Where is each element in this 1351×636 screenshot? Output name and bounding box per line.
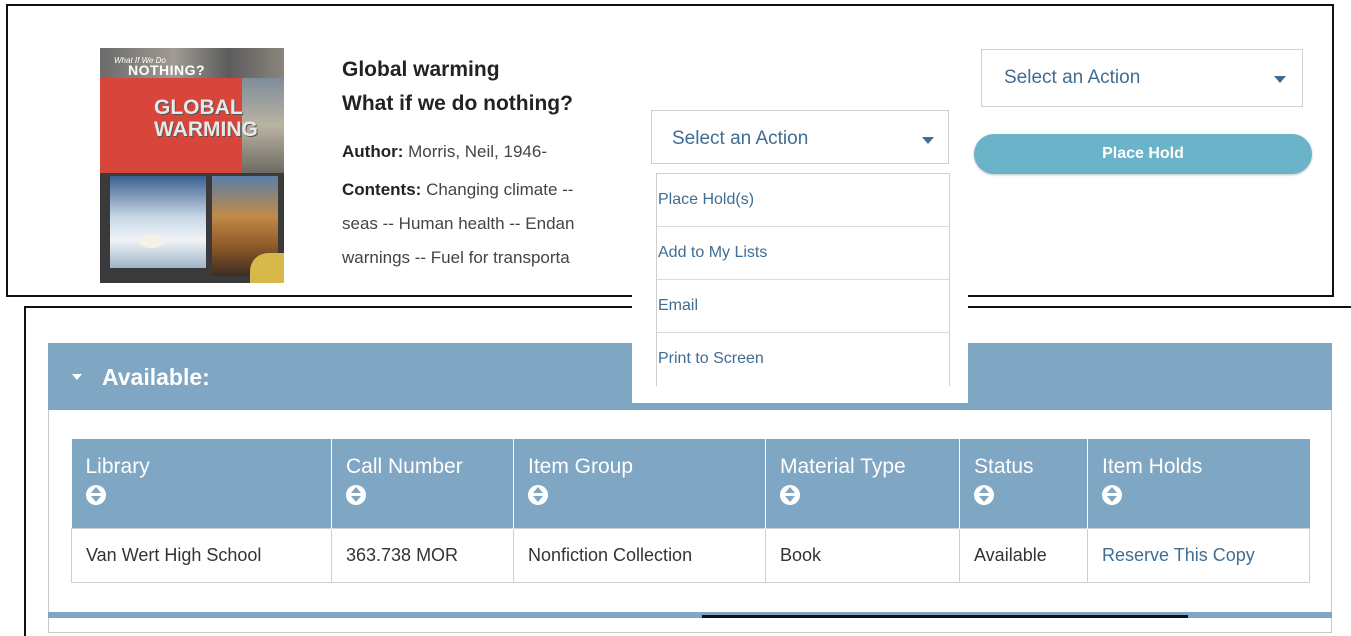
book-cover-image[interactable]: What If We Do NOTHING? GLOBAL WARMING <box>100 48 284 283</box>
availability-title: Available: <box>102 364 210 390</box>
cover-ice-photo <box>110 176 206 268</box>
action-dropdown-menu: Place Hold(s) Add to My Lists Email Prin… <box>656 173 950 386</box>
menu-item-email[interactable]: Email <box>657 280 949 333</box>
column-label: Item Group <box>528 455 634 478</box>
author-label: Author: <box>342 142 404 161</box>
record-title[interactable]: Global warming <box>342 56 500 84</box>
cover-title-line1: GLOBAL <box>154 96 243 119</box>
author-line: Author: Morris, Neil, 1946- <box>342 140 547 164</box>
record-subtitle: What if we do nothing? <box>342 92 573 115</box>
action-select-right[interactable]: Select an Action <box>981 49 1303 107</box>
action-select-open[interactable]: Select an Action <box>651 110 949 164</box>
sort-icon[interactable] <box>528 485 548 505</box>
menu-item-place-holds[interactable]: Place Hold(s) <box>657 174 949 227</box>
column-header-status[interactable]: Status <box>959 439 1088 528</box>
items-table: Library Call Number Item Group Material … <box>71 439 1310 583</box>
sort-icon[interactable] <box>974 485 994 505</box>
column-label: Call Number <box>346 455 463 478</box>
column-label: Item Holds <box>1102 455 1203 478</box>
contents-line-1: Contents: Changing climate -- <box>342 178 642 202</box>
column-label: Status <box>974 455 1034 478</box>
cell-item-group: Nonfiction Collection <box>513 527 766 583</box>
cell-library: Van Wert High School <box>71 527 332 583</box>
cell-status: Available <box>959 527 1088 583</box>
action-select-open-label: Select an Action <box>672 128 809 149</box>
cover-polar-bear <box>138 234 164 248</box>
column-header-item-group[interactable]: Item Group <box>513 439 766 528</box>
table-row: Van Wert High School 363.738 MOR Nonfict… <box>71 527 1310 583</box>
column-label: Library <box>85 455 150 478</box>
sort-icon[interactable] <box>1102 485 1122 505</box>
place-hold-button[interactable]: Place Hold <box>974 134 1312 174</box>
chevron-down-icon <box>922 137 934 144</box>
cell-call-number: 363.738 MOR <box>331 527 514 583</box>
sort-icon[interactable] <box>346 485 366 505</box>
cell-material-type: Book <box>765 527 960 583</box>
contents-line-3: warnings -- Fuel for transporta <box>342 248 570 267</box>
column-header-material-type[interactable]: Material Type <box>765 439 960 528</box>
contents-line-2: seas -- Human health -- Endan <box>342 214 575 233</box>
sort-icon[interactable] <box>780 485 800 505</box>
cover-series-word: NOTHING? <box>128 62 206 78</box>
contents-label: Contents: <box>342 180 422 199</box>
menu-item-add-to-my-lists[interactable]: Add to My Lists <box>657 227 949 280</box>
collapse-caret-icon <box>72 374 82 380</box>
reserve-this-copy-link[interactable]: Reserve This Copy <box>1102 545 1255 565</box>
sort-icon[interactable] <box>85 485 106 505</box>
action-select-right-label: Select an Action <box>1004 67 1141 88</box>
chevron-down-icon <box>1274 76 1286 83</box>
contents-text-1: Changing climate -- <box>426 180 574 199</box>
cover-title-line2: WARMING <box>154 118 258 141</box>
table-header-row: Library Call Number Item Group Material … <box>71 439 1310 528</box>
column-label: Material Type <box>780 455 906 478</box>
author-value[interactable]: Morris, Neil, 1946- <box>408 142 547 161</box>
column-header-library[interactable]: Library <box>71 439 332 528</box>
cover-publisher-badge <box>250 253 284 283</box>
column-header-call-number[interactable]: Call Number <box>331 439 514 528</box>
column-header-item-holds[interactable]: Item Holds <box>1087 439 1310 528</box>
cell-item-holds: Reserve This Copy <box>1087 527 1310 583</box>
menu-item-print-to-screen[interactable]: Print to Screen <box>657 333 949 386</box>
